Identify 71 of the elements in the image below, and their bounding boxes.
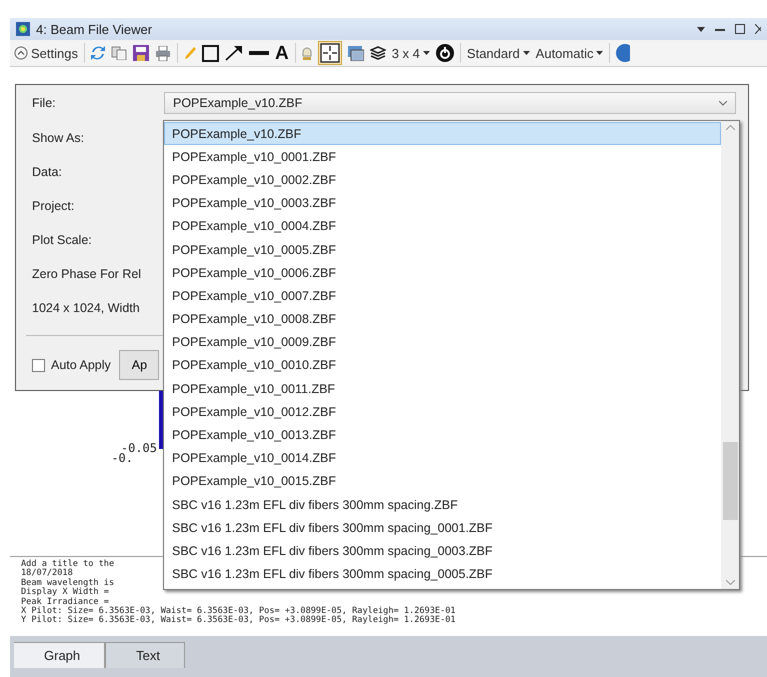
settings-button[interactable]: Settings (14, 46, 78, 60)
file-option[interactable]: POPExample_v10_0001.ZBF (164, 145, 721, 168)
reset-icon[interactable] (436, 44, 454, 62)
text-line: 18/07/2018 (21, 569, 73, 578)
window-title: 4: Beam File Viewer (36, 22, 152, 36)
toolbar-menu[interactable]: Standard (466, 46, 530, 60)
save-icon[interactable] (132, 45, 149, 61)
help-icon[interactable] (616, 44, 630, 62)
toolbar-menu[interactable]: Automatic (536, 46, 604, 60)
file-option[interactable]: POPExample_v10_0012.ZBF (164, 400, 721, 424)
file-option[interactable]: POPExample_v10_0011.ZBF (164, 377, 721, 400)
chevron-down-icon (719, 100, 727, 106)
info-text: 1024 x 1024, Width (32, 301, 140, 315)
chevron-up-icon (14, 46, 28, 60)
field-label: Project: (32, 199, 76, 213)
text-line: Peak Irradiance = (21, 598, 109, 607)
text-tool[interactable]: A (274, 44, 289, 62)
file-option[interactable]: POPExample_v10_0005.ZBF (164, 238, 721, 262)
rectangle-icon[interactable] (202, 44, 219, 62)
file-option[interactable]: POPExample_v10_0003.ZBF (164, 192, 721, 215)
field-label: File: (32, 96, 57, 110)
tab[interactable]: Graph (14, 642, 106, 668)
layers-icon[interactable] (370, 46, 386, 60)
info-text: Zero Phase For Rel (32, 267, 142, 281)
file-option[interactable]: POPExample_v10_0006.ZBF (164, 261, 721, 284)
text-line: Y Pilot: Size= 6.3563E-03, Waist= 6.3563E-03, Pos= +3.0899E-05, Rayleigh= 1.2693E-01 (21, 616, 456, 626)
file-option[interactable]: SBC v16 1.23m EFL div fibers 300mm spacing_0005.ZBF (164, 562, 721, 586)
file-option[interactable]: POPExample_v10_0002.ZBF (164, 168, 721, 192)
arrow-icon[interactable] (224, 45, 243, 61)
checkbox-label: Auto Apply (51, 358, 111, 372)
file-option[interactable]: SBC v16 1.23m EFL div fibers 300mm spacing_0003.ZBF (164, 539, 721, 563)
scrollbar[interactable] (721, 121, 739, 589)
maximize-icon[interactable] (735, 24, 745, 34)
close-icon[interactable] (755, 24, 761, 34)
file-option[interactable]: POPExample_v10_0014.ZBF (164, 446, 721, 470)
copy-icon[interactable] (110, 46, 127, 60)
window-stack-icon[interactable] (348, 46, 364, 60)
minimize-icon[interactable] (715, 28, 725, 30)
file-dropdown[interactable]: POPExample_v10.ZBF (164, 92, 736, 114)
text-line: Beam wavelength is (21, 578, 114, 588)
dropdown-icon[interactable] (697, 26, 705, 32)
print-icon[interactable] (154, 46, 171, 60)
file-option[interactable]: POPExample_v10_0009.ZBF (164, 330, 721, 354)
file-option[interactable]: POPExample_v10_0010.ZBF (164, 354, 721, 378)
file-option[interactable]: SBC v16 1.23m EFL div fibers 300mm spacing_0001.ZBF (164, 516, 721, 540)
refresh-icon[interactable] (90, 45, 105, 61)
layout-menu[interactable]: 3 x 4 (392, 46, 430, 60)
file-option[interactable]: POPExample_v10_0004.ZBF (164, 214, 721, 238)
axis-label: -0. (111, 451, 133, 465)
field-label: Plot Scale: (32, 233, 93, 247)
scroll-thumb[interactable] (722, 442, 738, 520)
field-label: Show As: (32, 131, 86, 145)
app-icon (16, 22, 30, 36)
tab[interactable]: Text (105, 642, 185, 668)
file-option[interactable]: POPExample_v10_0015.ZBF (164, 470, 721, 493)
grid-toggle[interactable] (318, 41, 342, 65)
caret-icon (522, 51, 530, 55)
file-option[interactable]: POPExample_v10_0013.ZBF (164, 423, 721, 447)
auto-apply-checkbox[interactable] (32, 358, 45, 372)
text-line: Display X Width = (21, 588, 109, 598)
field-label: Data: (32, 165, 63, 179)
file-option[interactable]: POPExample_v10.ZBF (164, 122, 721, 146)
file-option[interactable]: POPExample_v10_0008.ZBF (164, 308, 721, 331)
apply-button[interactable]: Ap (118, 350, 159, 380)
file-option[interactable]: POPExample_v10_0007.ZBF (164, 284, 721, 308)
lamp-icon[interactable] (302, 45, 312, 61)
file-option[interactable]: SBC v16 1.23m EFL div fibers 300mm spacing.ZBF (164, 493, 721, 516)
caret-icon (596, 51, 604, 55)
text-line: Add a title to the (21, 560, 114, 569)
text-line: X Pilot: Size= 6.3563E-03, Waist= 6.3563E-03, Pos= +3.0899E-05, Rayleigh= 1.2693E-01 (21, 607, 456, 616)
caret-icon (422, 51, 430, 55)
